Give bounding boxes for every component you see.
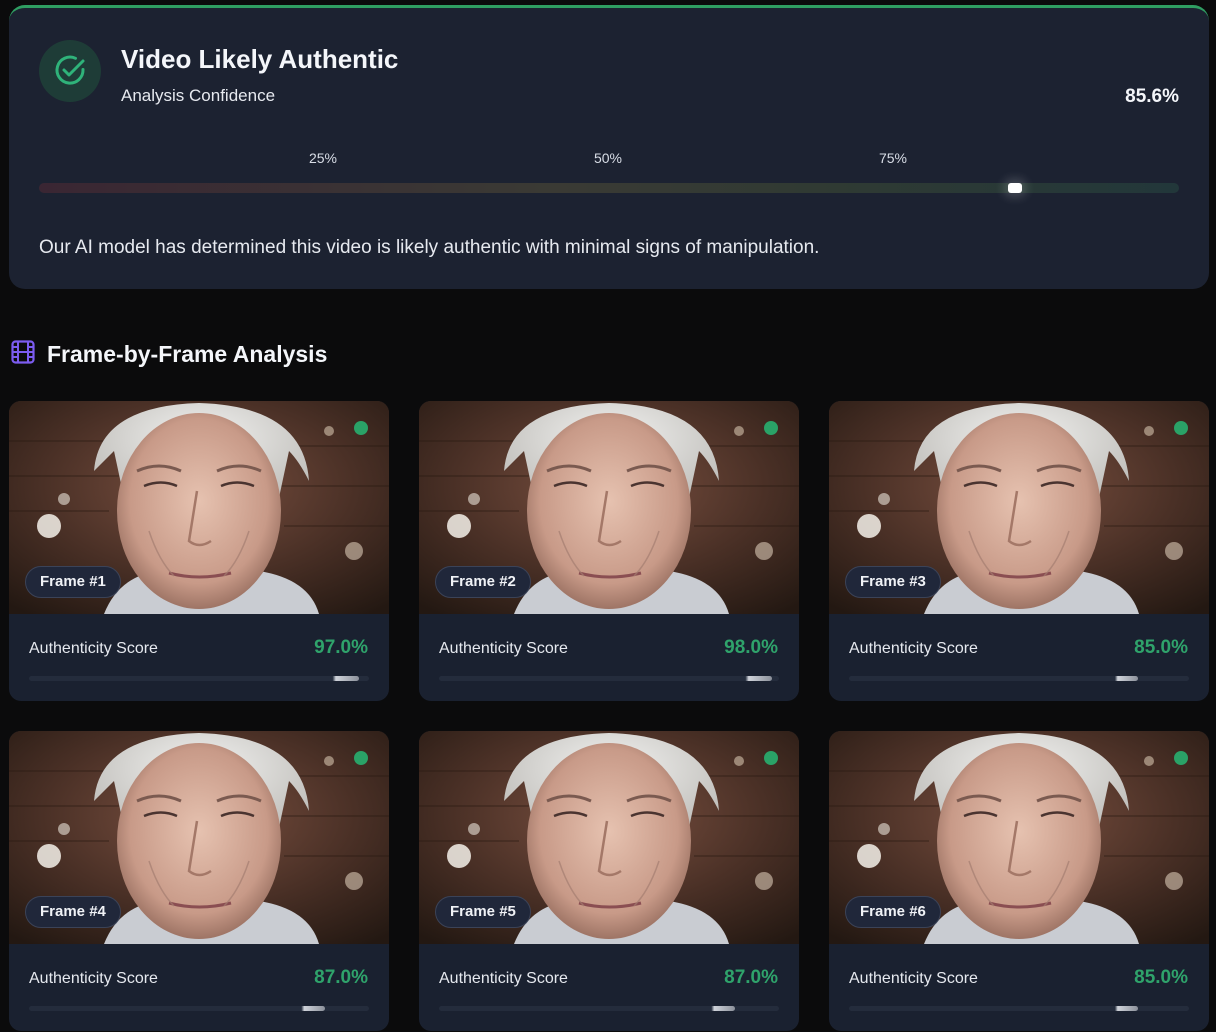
score-bar — [439, 1006, 779, 1011]
status-dot — [1174, 421, 1188, 435]
score-label: Authenticity Score — [439, 640, 568, 657]
score-bar-fill — [439, 1006, 735, 1011]
score-label: Authenticity Score — [849, 970, 978, 987]
score-bar-fill — [29, 676, 359, 681]
frame-label: Frame #5 — [435, 896, 531, 928]
score-value: 97.0% — [314, 637, 368, 658]
frame-thumbnail[interactable]: Frame #5 — [419, 731, 799, 944]
frame-card-6[interactable]: Frame #6 Authenticity Score 85.0% — [829, 731, 1209, 1031]
film-icon — [11, 340, 35, 368]
frame-label: Frame #1 — [25, 566, 121, 598]
frame-card-2[interactable]: Frame #2 Authenticity Score 98.0% — [419, 401, 799, 701]
score-bar — [849, 676, 1189, 681]
score-value: 85.0% — [1134, 967, 1188, 988]
result-title: Video Likely Authentic — [121, 44, 399, 74]
score-bar — [29, 676, 369, 681]
gauge-tick-25: 25% — [308, 150, 338, 166]
section-header: Frame-by-Frame Analysis — [11, 340, 327, 368]
gauge-tick-50: 50% — [593, 150, 623, 166]
score-label: Authenticity Score — [849, 640, 978, 657]
status-dot — [1174, 751, 1188, 765]
status-dot — [764, 751, 778, 765]
score-value: 98.0% — [724, 637, 778, 658]
score-label: Authenticity Score — [29, 640, 158, 657]
frame-card-5[interactable]: Frame #5 Authenticity Score 87.0% — [419, 731, 799, 1031]
score-bar-fill — [849, 1006, 1138, 1011]
frame-label: Frame #4 — [25, 896, 121, 928]
gauge-tick-75: 75% — [878, 150, 908, 166]
score-bar — [29, 1006, 369, 1011]
score-bar-fill — [439, 676, 773, 681]
check-circle-icon — [39, 40, 101, 102]
result-card: Video Likely Authentic Analysis Confiden… — [9, 5, 1209, 289]
frame-label: Frame #6 — [845, 896, 941, 928]
frame-card-1[interactable]: Frame #1 Authenticity Score 97.0% — [9, 401, 389, 701]
frame-card-3[interactable]: Frame #3 Authenticity Score 85.0% — [829, 401, 1209, 701]
score-bar-fill — [849, 676, 1138, 681]
analysis-summary: Our AI model has determined this video i… — [39, 237, 820, 258]
frame-card-4[interactable]: Frame #4 Authenticity Score 87.0% — [9, 731, 389, 1031]
status-dot — [354, 421, 368, 435]
score-bar — [849, 1006, 1189, 1011]
confidence-label: Analysis Confidence — [121, 86, 276, 105]
frame-thumbnail[interactable]: Frame #6 — [829, 731, 1209, 944]
score-label: Authenticity Score — [29, 970, 158, 987]
score-bar — [439, 676, 779, 681]
score-label: Authenticity Score — [439, 970, 568, 987]
confidence-marker — [1007, 183, 1022, 193]
frame-label: Frame #3 — [845, 566, 941, 598]
score-value: 87.0% — [724, 967, 778, 988]
frame-thumbnail[interactable]: Frame #4 — [9, 731, 389, 944]
score-value: 87.0% — [314, 967, 368, 988]
status-dot — [354, 751, 368, 765]
frame-label: Frame #2 — [435, 566, 531, 598]
frame-thumbnail[interactable]: Frame #1 — [9, 401, 389, 614]
score-bar-fill — [29, 1006, 325, 1011]
frame-thumbnail[interactable]: Frame #3 — [829, 401, 1209, 614]
frame-thumbnail[interactable]: Frame #2 — [419, 401, 799, 614]
confidence-value: 85.6% — [1125, 86, 1179, 107]
score-value: 85.0% — [1134, 637, 1188, 658]
section-title: Frame-by-Frame Analysis — [47, 340, 328, 367]
status-dot — [764, 421, 778, 435]
